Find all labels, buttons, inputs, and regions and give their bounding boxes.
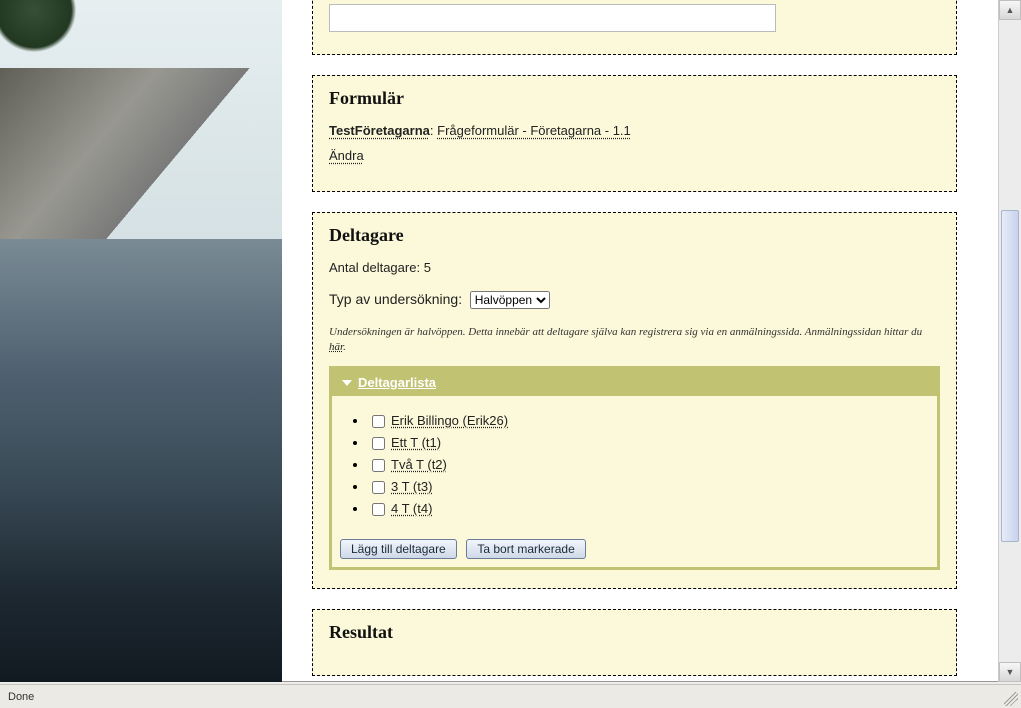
survey-type-label: Typ av undersökning: <box>329 291 462 307</box>
participant-list-panel: Deltagarlista Erik Billingo (Erik26) Ett… <box>329 366 940 570</box>
participant-link[interactable]: Erik Billingo (Erik26) <box>391 413 508 428</box>
formular-line: TestFöretagarna: Frågeformulär - Företag… <box>329 123 940 138</box>
participant-checkbox[interactable] <box>372 437 385 450</box>
participant-checkbox[interactable] <box>372 481 385 494</box>
chevron-down-icon <box>342 380 352 386</box>
sidebar-photo <box>0 0 282 682</box>
survey-type-select[interactable]: Halvöppen <box>470 291 550 309</box>
scrollbar-thumb[interactable] <box>1001 210 1019 542</box>
panel-resultat: Resultat <box>312 609 957 676</box>
participant-list: Erik Billingo (Erik26) Ett T (t1) Två T … <box>368 412 937 519</box>
list-item: Erik Billingo (Erik26) <box>368 412 937 431</box>
note-link-har[interactable]: här <box>329 341 343 353</box>
add-participant-button[interactable]: Lägg till deltagare <box>340 539 457 559</box>
participant-link[interactable]: 4 T (t4) <box>391 501 432 516</box>
list-item: 3 T (t3) <box>368 478 937 497</box>
scroll-up-arrow-icon[interactable]: ▲ <box>999 0 1021 20</box>
panel-deltagare: Deltagare Antal deltagare: 5 Typ av unde… <box>312 212 957 589</box>
deltagare-title: Deltagare <box>329 225 940 246</box>
note-suffix: . <box>343 341 346 353</box>
main-column: Formulär TestFöretagarna: Frågeformulär … <box>312 0 957 682</box>
formular-title: Formulär <box>329 88 940 109</box>
panel-top-cut <box>312 0 957 55</box>
resize-grip-icon[interactable] <box>1004 692 1018 706</box>
status-text: Done <box>8 691 34 703</box>
remove-selected-button[interactable]: Ta bort markerade <box>466 539 585 559</box>
participant-checkbox[interactable] <box>372 459 385 472</box>
list-item: Ett T (t1) <box>368 434 937 453</box>
list-item: Två T (t2) <box>368 456 937 475</box>
participant-list-header[interactable]: Deltagarlista <box>332 369 937 396</box>
participant-link[interactable]: 3 T (t3) <box>391 479 432 494</box>
formular-owner-link[interactable]: TestFöretagarna <box>329 123 430 138</box>
text-input-top[interactable] <box>329 4 776 32</box>
participant-checkbox[interactable] <box>372 415 385 428</box>
panel-formular: Formulär TestFöretagarna: Frågeformulär … <box>312 75 957 192</box>
status-bar: Done <box>0 684 1021 708</box>
formular-edit-link[interactable]: Ändra <box>329 148 364 163</box>
formular-form-link[interactable]: Frågeformulär - Företagarna - 1.1 <box>437 123 631 138</box>
participant-link[interactable]: Två T (t2) <box>391 457 447 472</box>
note-text: Undersökningen är halvöppen. Detta inneb… <box>329 326 922 338</box>
list-item: 4 T (t4) <box>368 500 937 519</box>
resultat-title: Resultat <box>329 622 940 643</box>
participant-list-header-label: Deltagarlista <box>358 375 436 390</box>
participant-count: Antal deltagare: 5 <box>329 260 940 275</box>
count-prefix: Antal deltagare: <box>329 260 424 275</box>
participant-checkbox[interactable] <box>372 503 385 516</box>
participant-link[interactable]: Ett T (t1) <box>391 435 441 450</box>
count-value: 5 <box>424 260 431 275</box>
vertical-scrollbar[interactable]: ▲ ▼ <box>998 0 1021 682</box>
scroll-down-arrow-icon[interactable]: ▼ <box>999 662 1021 682</box>
survey-note: Undersökningen är halvöppen. Detta inneb… <box>329 325 940 356</box>
